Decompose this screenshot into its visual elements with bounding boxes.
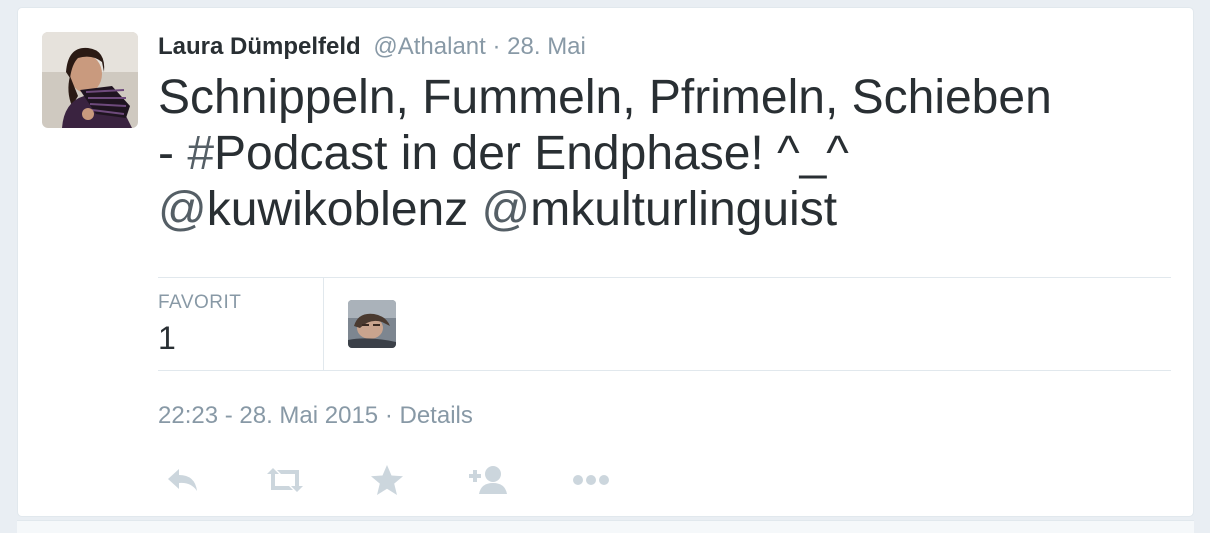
mention-symbol-1: @ bbox=[158, 183, 207, 236]
header-separator: · bbox=[492, 33, 501, 60]
meta-separator: · bbox=[384, 402, 393, 429]
favoriter-avatar[interactable] bbox=[348, 300, 396, 348]
favorites-stat[interactable]: FAVORIT 1 bbox=[158, 278, 324, 370]
hashtag-link[interactable]: #Podcast bbox=[187, 127, 387, 180]
mention-link-2[interactable]: @mkulturlinguist bbox=[482, 183, 838, 236]
favorite-star-icon bbox=[371, 465, 403, 495]
author-avatar[interactable] bbox=[42, 32, 138, 128]
author-username[interactable]: @Athalant bbox=[373, 33, 485, 60]
favorite-button[interactable] bbox=[362, 460, 412, 500]
card-footer-strip bbox=[17, 520, 1194, 533]
more-icon bbox=[573, 475, 609, 485]
details-link[interactable]: Details bbox=[400, 402, 473, 429]
retweet-button[interactable] bbox=[260, 460, 310, 500]
mention-link-1[interactable]: @kuwikoblenz bbox=[158, 183, 468, 236]
tweet-date[interactable]: 28. Mai bbox=[507, 33, 586, 60]
favoriter-photo-icon bbox=[348, 300, 396, 348]
tweet-stats: FAVORIT 1 bbox=[158, 277, 1171, 371]
tweet-text-line1: Schnippeln, Fummeln, Pfrimeln, Schieben bbox=[158, 71, 1052, 124]
favorites-count: 1 bbox=[158, 320, 176, 356]
reply-button[interactable] bbox=[158, 460, 208, 500]
profile-photo-icon bbox=[42, 32, 138, 128]
tweet-header: Laura Dümpelfeld @Athalant · 28. Mai bbox=[158, 33, 586, 61]
tweet-card: Laura Dümpelfeld @Athalant · 28. Mai Sch… bbox=[17, 7, 1194, 517]
follow-button[interactable] bbox=[464, 460, 514, 500]
mention-text-2: mkulturlinguist bbox=[530, 183, 838, 236]
tweet-meta: 22:23 - 28. Mai 2015 · Details bbox=[158, 402, 473, 430]
tweet-text: Schnippeln, Fummeln, Pfrimeln, Schieben -… bbox=[158, 70, 1178, 238]
reply-icon bbox=[168, 469, 197, 491]
tweet-text-line2-prefix: - bbox=[158, 127, 188, 180]
more-button[interactable] bbox=[566, 460, 616, 500]
author-full-name[interactable]: Laura Dümpelfeld bbox=[158, 33, 361, 60]
retweet-icon bbox=[267, 468, 303, 492]
hashtag-text: Podcast bbox=[214, 127, 388, 180]
tweet-timestamp: 22:23 - 28. Mai 2015 bbox=[158, 402, 379, 429]
mention-symbol-2: @ bbox=[481, 183, 531, 236]
follow-icon bbox=[469, 466, 507, 494]
hashtag-symbol: # bbox=[187, 127, 215, 180]
favorites-label: FAVORIT bbox=[158, 292, 242, 313]
tweet-text-line2-suffix: in der Endphase! ^_^ bbox=[387, 127, 849, 180]
mention-text-1: kuwikoblenz bbox=[206, 183, 469, 236]
